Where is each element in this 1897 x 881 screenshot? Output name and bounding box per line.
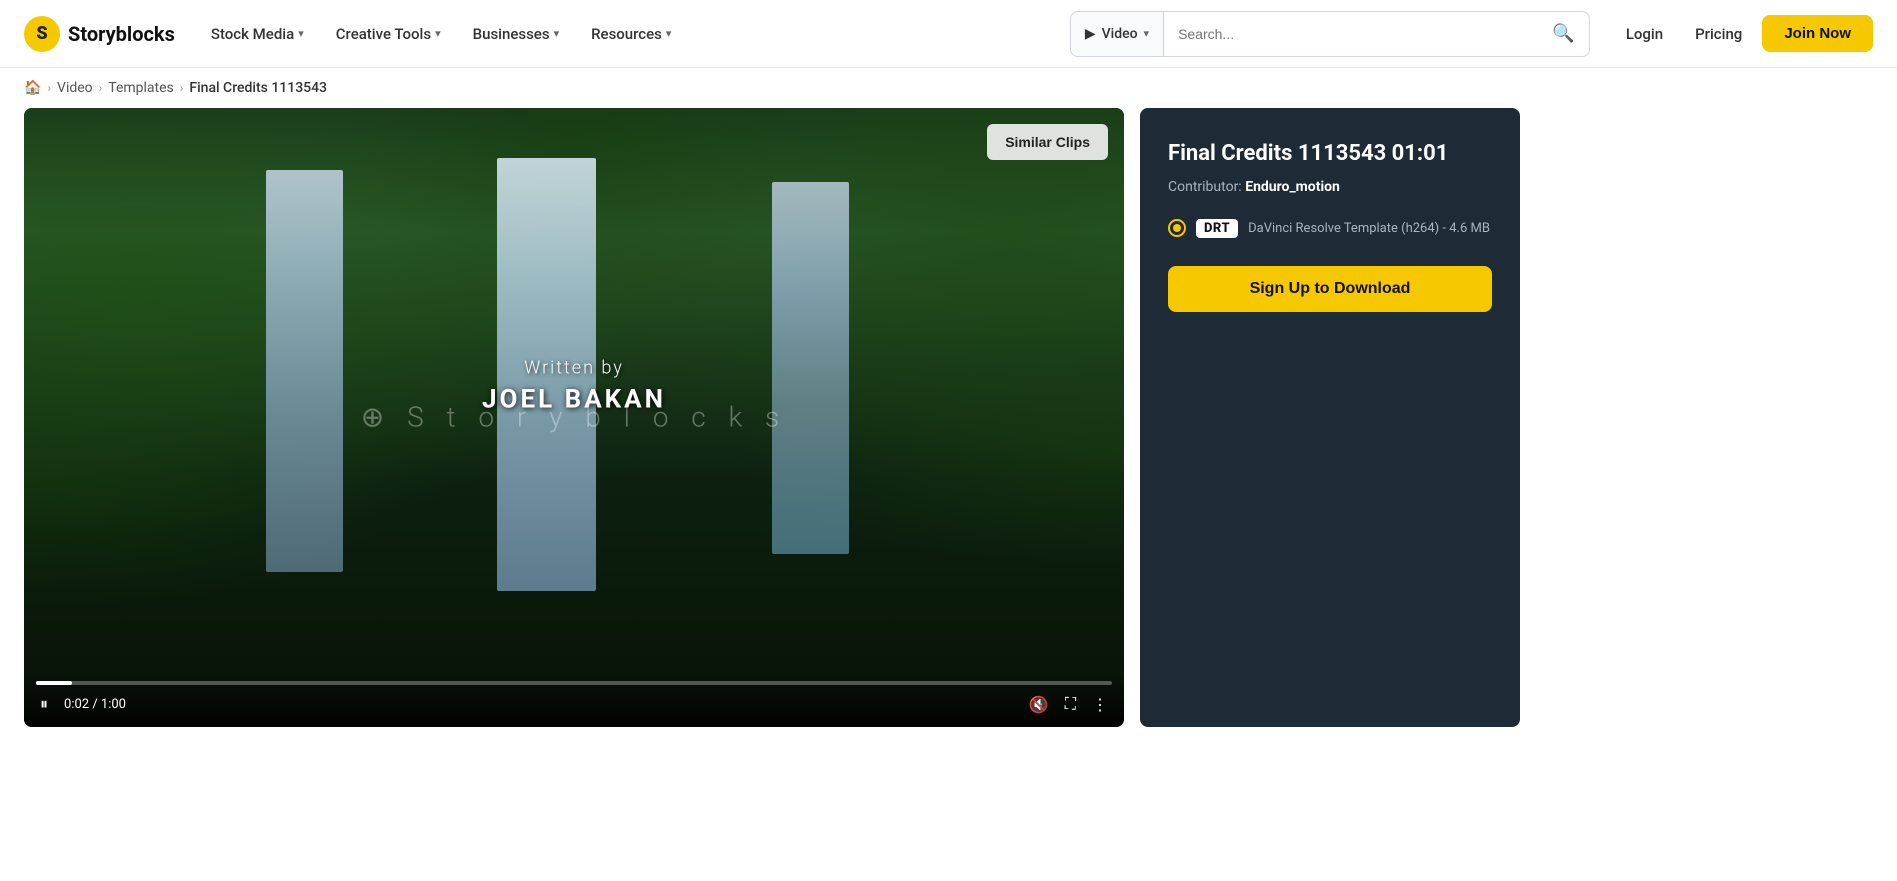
chevron-down-icon: ▾ xyxy=(1144,27,1150,40)
chevron-down-icon: ▾ xyxy=(554,27,560,40)
logo-link[interactable]: S Storyblocks xyxy=(24,16,175,52)
main-content: ⊕ S t o r y b l o c k s Written by JOEL … xyxy=(0,108,1897,751)
fullscreen-icon: ⛶ xyxy=(1065,696,1076,714)
waterfall-area xyxy=(24,108,1124,727)
breadcrumb-home-link[interactable]: 🏠 xyxy=(24,80,41,96)
breadcrumb-sep: › xyxy=(180,81,184,95)
format-option: DRT DaVinci Resolve Template (h264) - 4.… xyxy=(1168,219,1492,238)
pause-button[interactable]: ⏸ xyxy=(36,694,52,716)
brand-name: Storyblocks xyxy=(68,22,175,46)
waterfall-left xyxy=(266,170,343,572)
progress-fill xyxy=(36,681,72,685)
mute-button[interactable]: 🔇 xyxy=(1025,693,1053,717)
mute-icon: 🔇 xyxy=(1029,695,1049,715)
nav-resources[interactable]: Resources ▾ xyxy=(579,17,683,51)
progress-bar[interactable] xyxy=(36,681,1112,685)
nav-businesses[interactable]: Businesses ▾ xyxy=(461,17,571,51)
more-icon: ⋮ xyxy=(1092,695,1108,715)
logo-icon: S xyxy=(24,16,60,52)
video-background: ⊕ S t o r y b l o c k s Written by JOEL … xyxy=(24,108,1124,727)
breadcrumb-video-link[interactable]: Video xyxy=(57,80,93,96)
more-options-button[interactable]: ⋮ xyxy=(1088,693,1112,717)
contributor-name: Enduro_motion xyxy=(1245,179,1340,195)
nav-creative-tools[interactable]: Creative Tools ▾ xyxy=(324,17,453,51)
radio-selected-indicator xyxy=(1173,224,1181,232)
navbar: S Storyblocks Stock Media ▾ Creative Too… xyxy=(0,0,1897,68)
pause-icon: ⏸ xyxy=(40,696,48,714)
breadcrumb-templates-link[interactable]: Templates xyxy=(108,80,174,96)
video-icon: ▶ xyxy=(1085,26,1096,42)
chevron-down-icon: ▾ xyxy=(298,27,304,40)
download-button[interactable]: Sign Up to Download xyxy=(1168,266,1492,312)
breadcrumb-current: Final Credits 1113543 xyxy=(189,80,327,96)
login-button[interactable]: Login xyxy=(1614,17,1675,51)
controls-right: 🔇 ⛶ ⋮ xyxy=(1025,693,1112,717)
nav-right: Login Pricing Join Now xyxy=(1614,15,1873,52)
video-player[interactable]: ⊕ S t o r y b l o c k s Written by JOEL … xyxy=(24,108,1124,727)
waterfall-center xyxy=(497,158,596,591)
contributor-line: Contributor: Enduro_motion xyxy=(1168,179,1492,195)
video-inner: ⊕ S t o r y b l o c k s Written by JOEL … xyxy=(24,108,1124,727)
home-icon: 🏠 xyxy=(24,80,41,96)
video-controls: ⏸ 0:02 / 1:00 🔇 ⛶ xyxy=(24,673,1124,727)
controls-row: ⏸ 0:02 / 1:00 🔇 ⛶ xyxy=(36,693,1112,717)
search-area: ▶ Video ▾ 🔍 xyxy=(1070,11,1590,57)
breadcrumb-sep: › xyxy=(47,81,51,95)
search-input[interactable] xyxy=(1164,12,1538,56)
format-badge: DRT xyxy=(1196,219,1238,238)
search-button[interactable]: 🔍 xyxy=(1538,12,1588,56)
format-description: DaVinci Resolve Template (h264) - 4.6 MB xyxy=(1248,221,1490,236)
asset-title: Final Credits 1113543 01:01 xyxy=(1168,140,1492,169)
waterfall-right xyxy=(772,182,849,553)
sidebar: Final Credits 1113543 01:01 Contributor:… xyxy=(1140,108,1520,727)
breadcrumb: 🏠 › Video › Templates › Final Credits 11… xyxy=(0,68,1897,108)
chevron-down-icon: ▾ xyxy=(435,27,441,40)
radio-button[interactable] xyxy=(1168,219,1186,237)
search-icon: 🔍 xyxy=(1552,23,1574,44)
breadcrumb-sep: › xyxy=(99,81,103,95)
join-now-button[interactable]: Join Now xyxy=(1762,15,1873,52)
nav-stock-media[interactable]: Stock Media ▾ xyxy=(199,17,316,51)
chevron-down-icon: ▾ xyxy=(666,27,672,40)
pricing-button[interactable]: Pricing xyxy=(1683,17,1754,51)
similar-clips-button[interactable]: Similar Clips xyxy=(987,124,1108,160)
search-type-button[interactable]: ▶ Video ▾ xyxy=(1071,12,1164,56)
time-display: 0:02 / 1:00 xyxy=(64,697,126,712)
fullscreen-button[interactable]: ⛶ xyxy=(1061,694,1080,716)
